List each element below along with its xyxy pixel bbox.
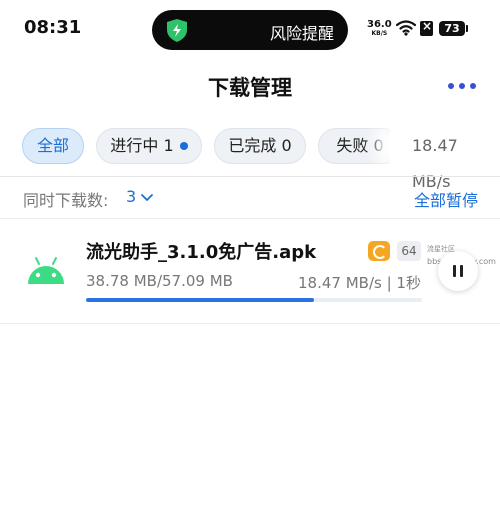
tab-in-progress[interactable]: 进行中 1	[96, 128, 202, 164]
download-size: 38.78 MB/57.09 MB	[86, 272, 233, 290]
battery-tip	[466, 25, 468, 32]
active-dot-icon	[179, 141, 188, 150]
shield-check-icon	[167, 19, 187, 42]
divider	[0, 176, 500, 177]
network-speed-unit: KB/S	[371, 30, 388, 37]
progress-bar	[86, 298, 422, 302]
concurrent-label: 同时下载数:	[23, 191, 109, 210]
tab-completed[interactable]: 已完成 0	[214, 128, 306, 164]
divider	[0, 218, 500, 219]
download-rate: 18.47 MB/s | 1秒	[298, 274, 421, 292]
tab-all-label: 全部	[36, 136, 69, 155]
tab-completed-label: 已完成 0	[228, 136, 292, 155]
tab-all[interactable]: 全部	[22, 128, 84, 164]
source-app-icon	[368, 241, 390, 261]
dynamic-island[interactable]: 风险提醒	[152, 10, 348, 50]
divider	[0, 323, 500, 324]
no-sim-icon	[420, 19, 433, 36]
filter-tabs: 全部 进行中 1 已完成 0 失败 0 18.47 MB/s	[22, 128, 500, 191]
chevron-down-icon[interactable]	[140, 192, 154, 204]
page-title: 下载管理	[208, 76, 292, 100]
tab-in-progress-label: 进行中 1	[110, 136, 174, 155]
status-time: 08:31	[24, 17, 82, 38]
total-speed: 18.47 MB/s	[390, 128, 500, 191]
progress-fill	[86, 298, 315, 302]
status-bar: 08:31 风险提醒 36.0 KB/S 73	[0, 0, 500, 58]
battery-icon: 73	[439, 21, 465, 36]
concurrent-count-selector[interactable]: 3	[126, 187, 136, 206]
download-file-name: 流光助手_3.1.0免广告.apk	[86, 242, 317, 263]
pause-all-button[interactable]: 全部暂停	[414, 187, 478, 211]
android-icon	[28, 257, 64, 284]
more-dots-icon[interactable]	[448, 80, 476, 92]
count-badge: 64	[397, 241, 421, 261]
pause-button[interactable]	[438, 251, 478, 291]
island-alert-text: 风险提醒	[269, 24, 334, 43]
network-speed: 36.0 KB/S	[367, 20, 392, 38]
wifi-icon	[396, 20, 416, 36]
tab-failed-label: 失败 0	[336, 136, 384, 155]
